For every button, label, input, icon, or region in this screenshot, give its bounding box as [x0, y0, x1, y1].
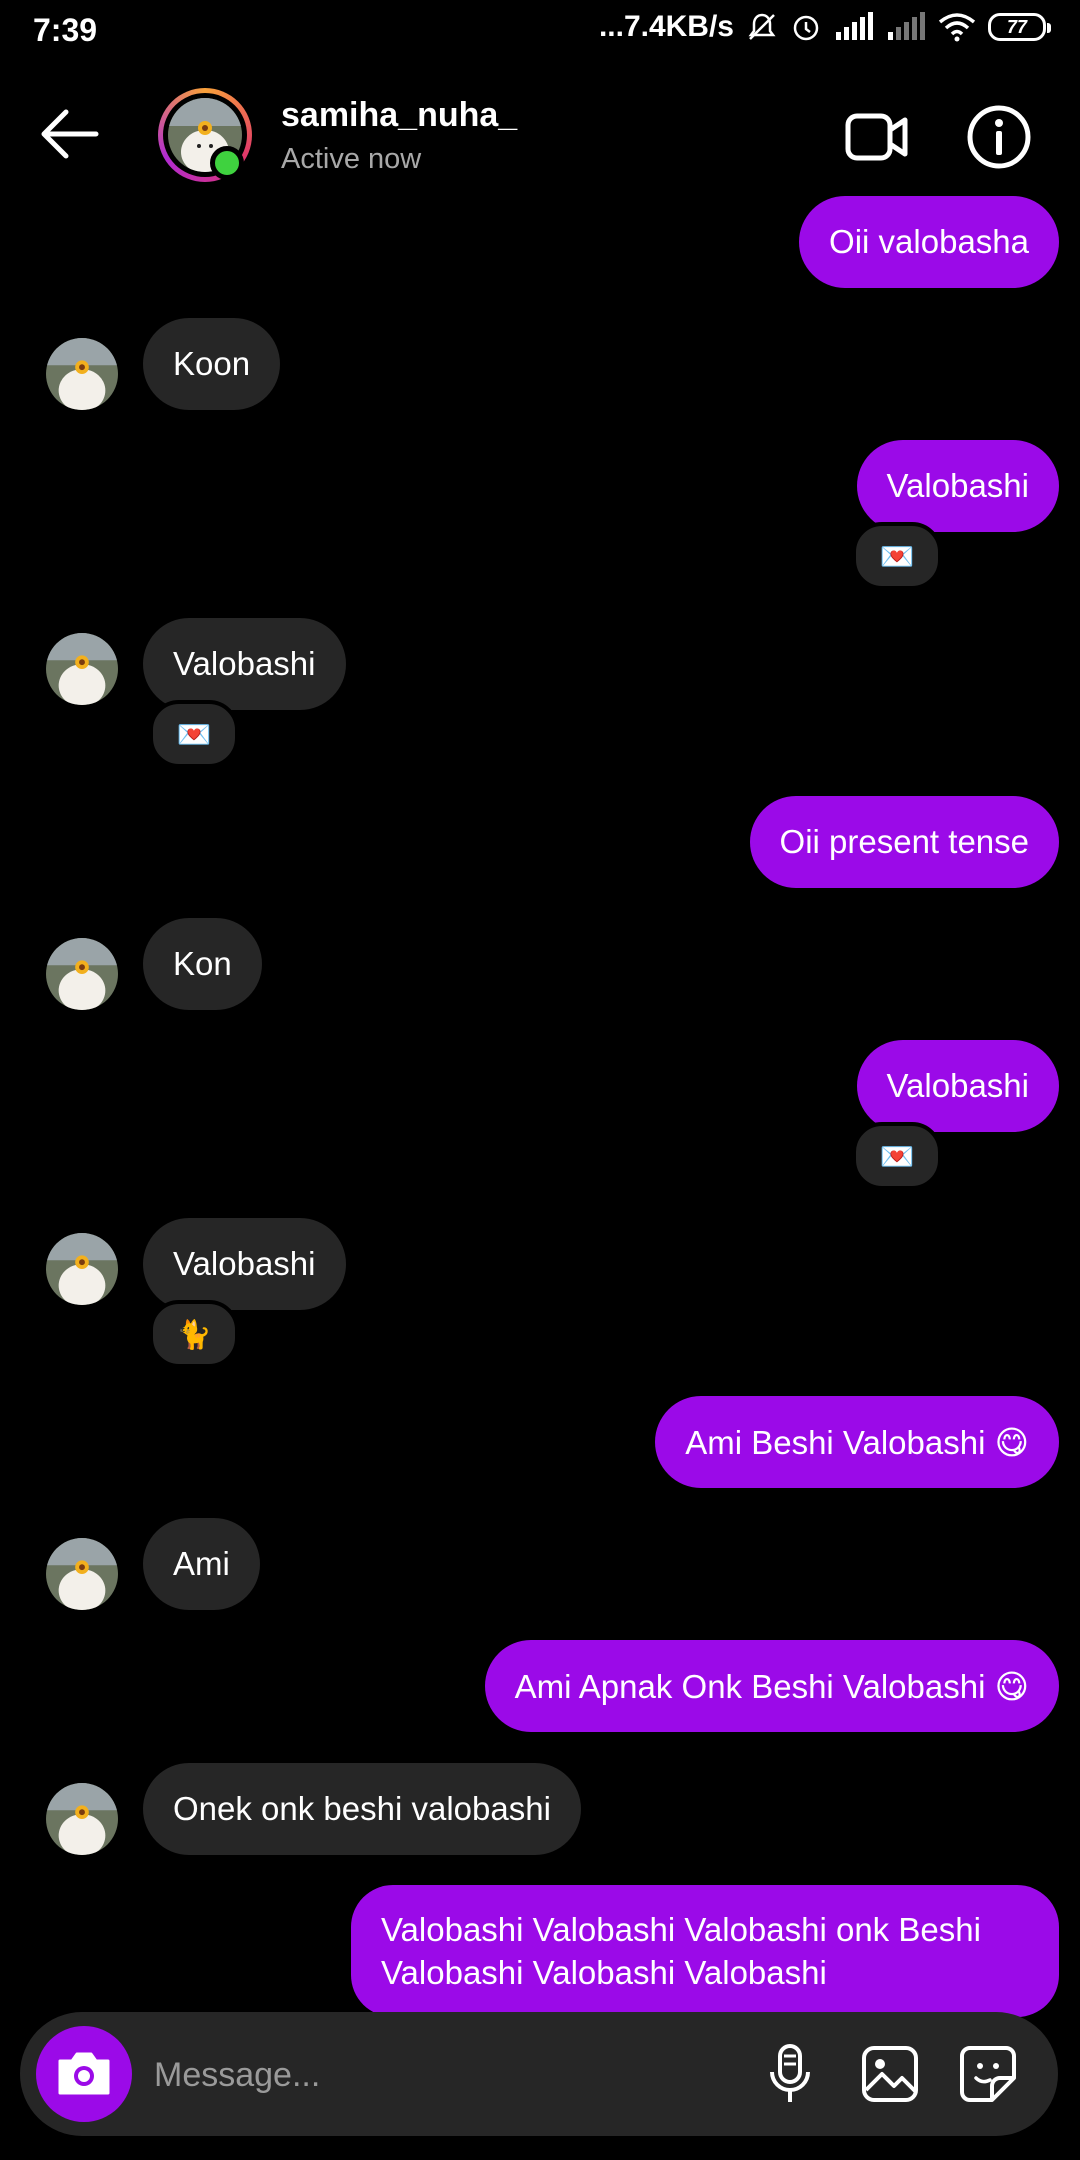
contact-avatar[interactable] — [46, 633, 118, 705]
wifi-icon — [938, 12, 976, 42]
contact-avatar[interactable] — [46, 1233, 118, 1305]
incoming-message[interactable]: Valobashi — [143, 618, 346, 710]
cat-emoji: 🐈 — [176, 1317, 212, 1351]
contact-avatar[interactable] — [46, 938, 118, 1010]
signal-icon — [834, 12, 874, 42]
love-letter-emoji: 💌 — [176, 717, 212, 751]
outgoing-message[interactable]: Ami Apnak Onk Beshi Valobashi 😋 — [484, 1640, 1059, 1732]
status-icons: ...7.4KB/s 77 — [598, 10, 1051, 44]
info-icon[interactable] — [966, 104, 1032, 170]
message-reaction[interactable]: 🐈 — [149, 1300, 239, 1368]
network-speed: ...7.4KB/s — [598, 10, 734, 43]
contact-avatar[interactable] — [46, 1538, 118, 1610]
active-status: Active now — [281, 143, 422, 175]
contact-avatar[interactable] — [46, 338, 118, 410]
status-bar: 7:39 ...7.4KB/s 77 — [0, 0, 1080, 60]
message-reaction[interactable]: 💌 — [149, 700, 239, 768]
status-time: 7:39 — [33, 12, 98, 48]
incoming-message[interactable]: Ami — [143, 1518, 260, 1610]
outgoing-message[interactable]: Oii valobasha — [799, 196, 1059, 288]
battery-icon: 77 — [988, 13, 1051, 41]
back-arrow-icon[interactable] — [38, 106, 104, 162]
microphone-icon[interactable] — [758, 2042, 822, 2106]
message-composer — [20, 2012, 1058, 2136]
love-letter-emoji: 💌 — [879, 539, 915, 573]
outgoing-message[interactable]: Valobashi Valobashi Valobashi onk Beshi … — [351, 1885, 1059, 2017]
mute-bell-icon — [746, 11, 778, 43]
contact-avatar[interactable] — [46, 1783, 118, 1855]
gallery-icon[interactable] — [858, 2042, 922, 2106]
chat-header: samiha_nuha_ Active now — [0, 60, 1080, 210]
camera-icon[interactable] — [36, 2026, 132, 2122]
message-input[interactable] — [152, 2042, 716, 2108]
alarm-icon — [790, 11, 822, 43]
incoming-message[interactable]: Koon — [143, 318, 281, 410]
sticker-icon[interactable] — [956, 2042, 1020, 2106]
outgoing-message[interactable]: Ami Beshi Valobashi 😋 — [655, 1396, 1059, 1488]
incoming-message[interactable]: Onek onk beshi valobashi — [143, 1763, 581, 1855]
message-reaction[interactable]: 💌 — [852, 1122, 942, 1190]
online-indicator — [210, 146, 244, 180]
outgoing-message[interactable]: Valobashi — [856, 440, 1059, 532]
incoming-message[interactable]: Valobashi — [143, 1218, 346, 1310]
outgoing-message[interactable]: Oii present tense — [749, 796, 1059, 888]
signal-weak-icon — [886, 12, 926, 42]
outgoing-message[interactable]: Valobashi — [856, 1040, 1059, 1132]
message-reaction[interactable]: 💌 — [852, 522, 942, 590]
love-letter-emoji: 💌 — [879, 1139, 915, 1173]
chat-username[interactable]: samiha_nuha_ — [281, 96, 517, 135]
video-call-icon[interactable] — [845, 110, 909, 164]
incoming-message[interactable]: Kon — [143, 918, 262, 1010]
